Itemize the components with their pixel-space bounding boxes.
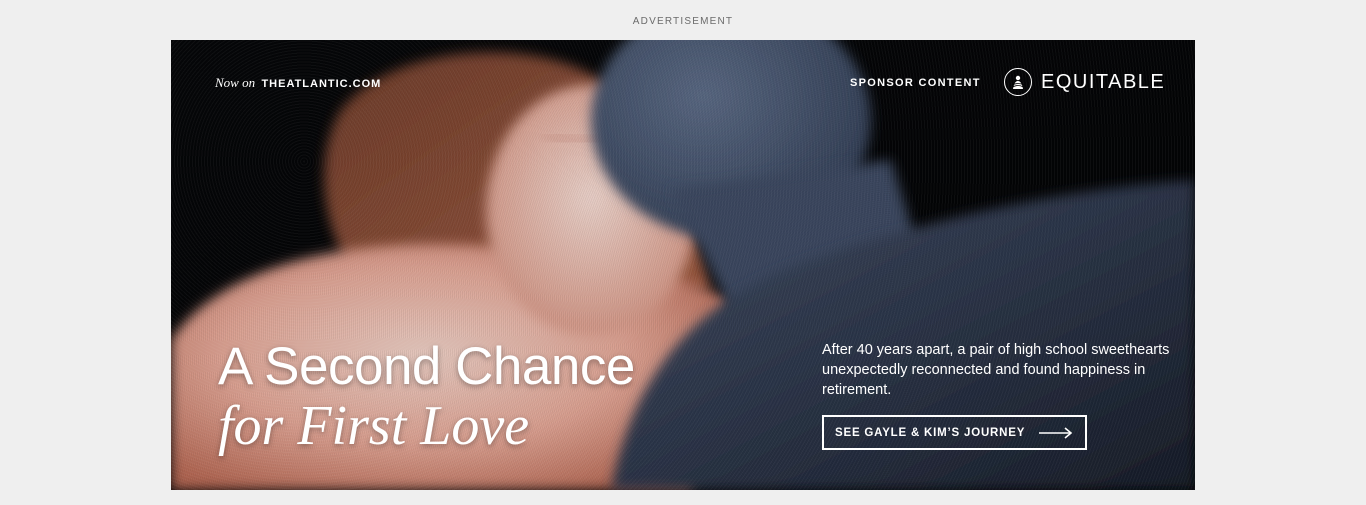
see-journey-button[interactable]: SEE GAYLE & KIM’S JOURNEY xyxy=(822,415,1087,450)
headline-line-2: for First Love xyxy=(218,395,530,457)
site-name: THEATLANTIC.COM xyxy=(261,78,382,90)
equitable-logo-icon xyxy=(1004,68,1032,96)
cta-label: SEE GAYLE & KIM’S JOURNEY xyxy=(835,426,1026,439)
arrow-right-icon xyxy=(1039,426,1073,439)
headline-line-1: A Second Chance xyxy=(218,337,635,396)
now-on-label: Now on xyxy=(215,75,256,90)
advertisement-label: ADVERTISEMENT xyxy=(632,16,734,27)
equitable-brand: EQUITABLE xyxy=(1004,68,1165,96)
publisher-line: Now on THEATLANTIC.COM xyxy=(215,75,381,91)
advertisement-banner[interactable]: Now on THEATLANTIC.COM SPONSOR CONTENT E… xyxy=(171,40,1195,490)
sponsor-content-label: SPONSOR CONTENT xyxy=(850,77,981,89)
ad-description: After 40 years apart, a pair of high sch… xyxy=(822,342,1170,398)
headline: A Second Chance for First Love xyxy=(218,337,635,457)
brand-name: EQUITABLE xyxy=(1041,70,1166,93)
